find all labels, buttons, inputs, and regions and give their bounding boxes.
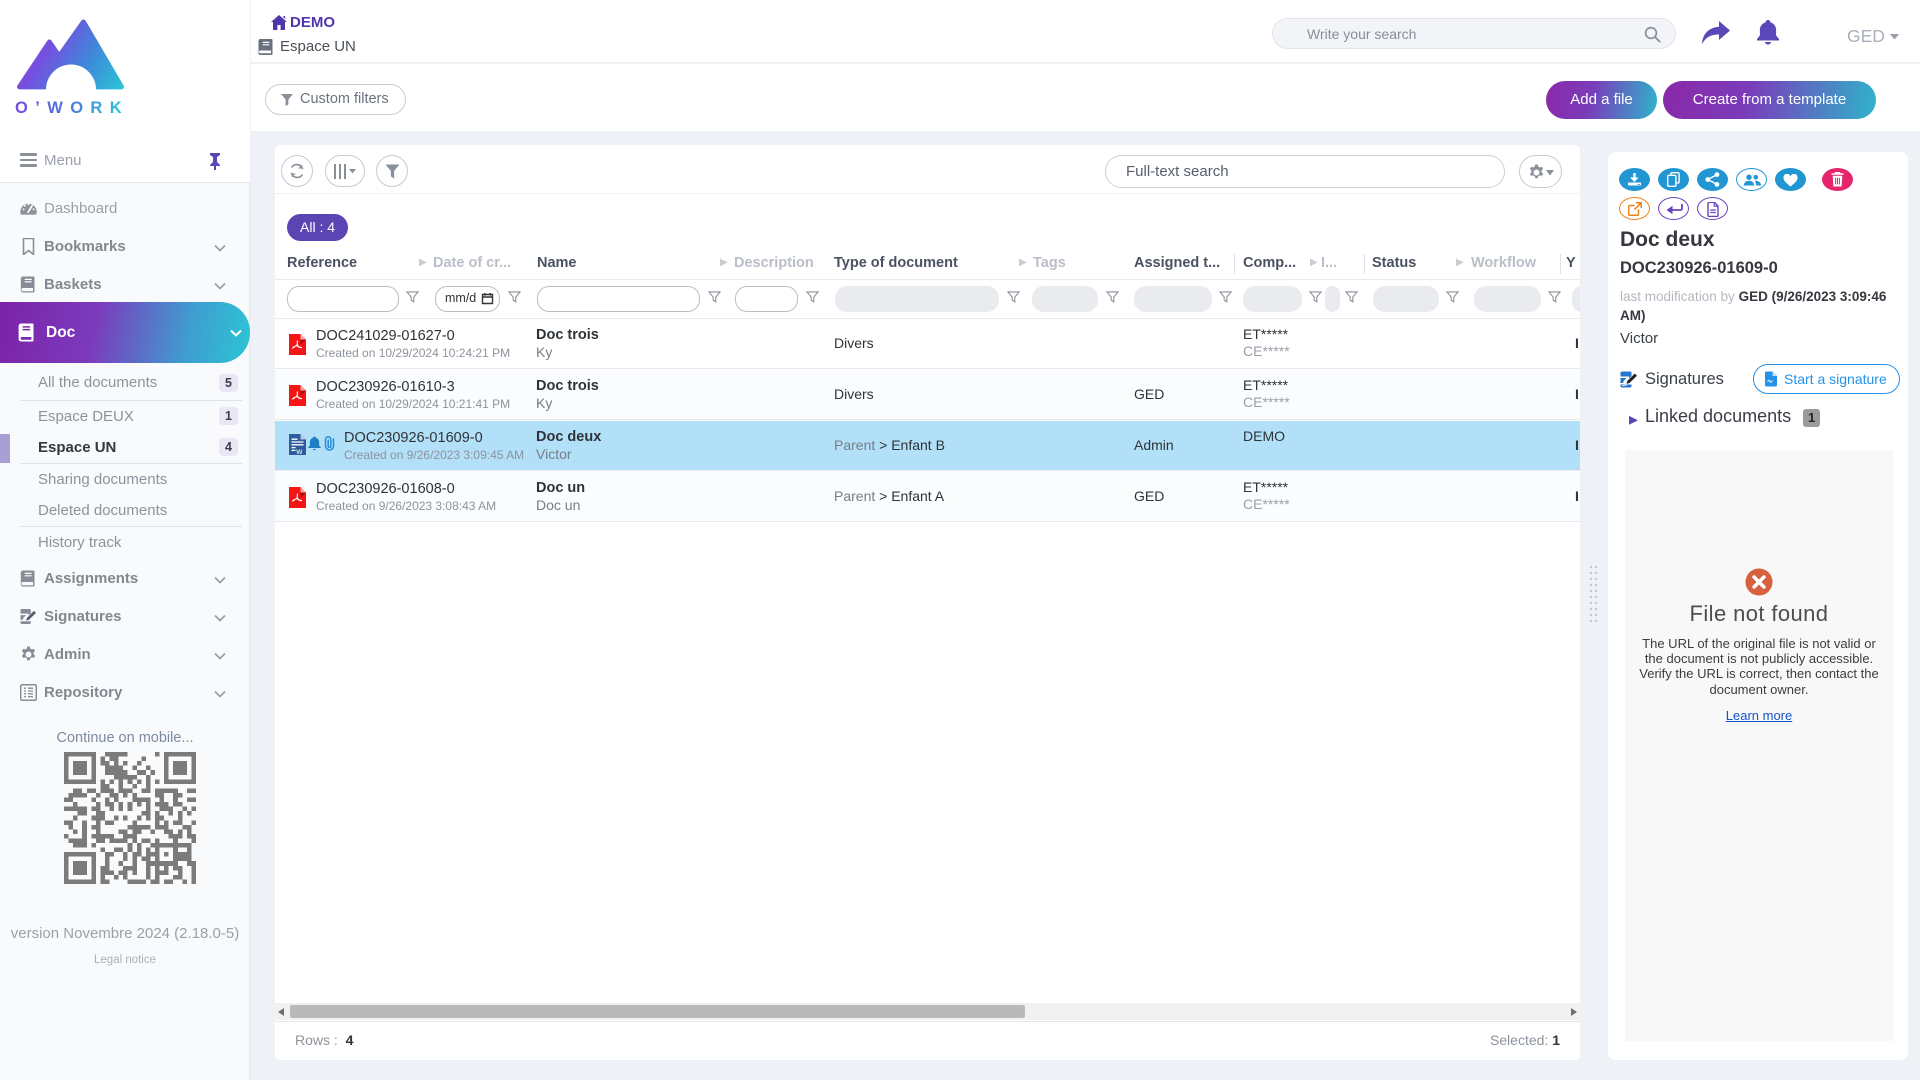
- svg-text:OʼWORK: OʼWORK: [15, 99, 129, 117]
- svg-text:w: w: [295, 446, 303, 455]
